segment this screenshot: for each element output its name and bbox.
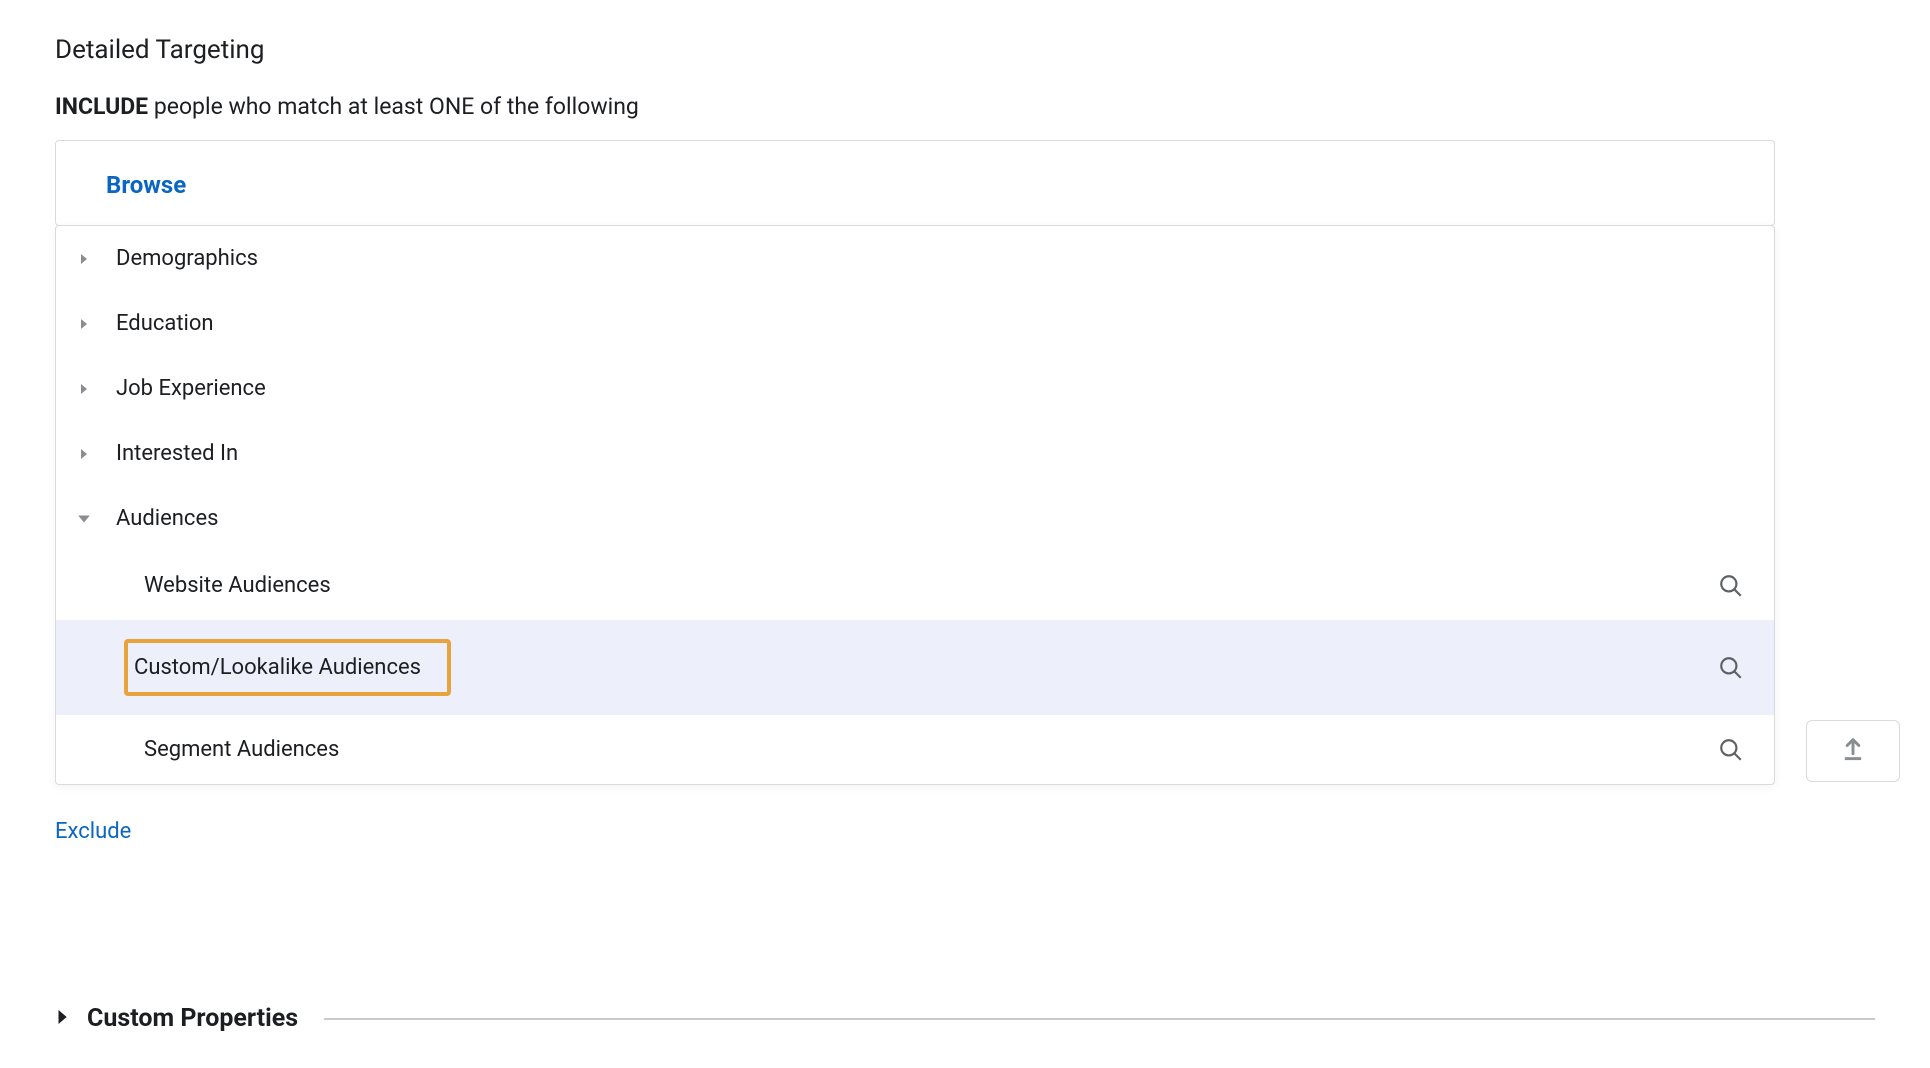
category-demographics[interactable]: Demographics <box>56 226 1774 291</box>
include-rest: people who match at least ONE of the fol… <box>148 93 639 120</box>
chevron-right-icon <box>74 314 94 334</box>
custom-properties-label: Custom Properties <box>87 1004 298 1033</box>
browse-header: Browse <box>56 141 1774 225</box>
category-interested-in[interactable]: Interested In <box>56 421 1774 486</box>
category-job-experience[interactable]: Job Experience <box>56 356 1774 421</box>
audience-website[interactable]: Website Audiences <box>56 551 1774 620</box>
targeting-box: Browse <box>55 140 1775 226</box>
category-audiences[interactable]: Audiences <box>56 486 1774 551</box>
chevron-right-icon <box>74 379 94 399</box>
sub-label: Custom/Lookalike Audiences <box>124 639 451 696</box>
chevron-down-icon <box>74 509 94 529</box>
audience-segment[interactable]: Segment Audiences <box>56 715 1774 784</box>
chevron-right-icon <box>55 1010 73 1028</box>
detailed-targeting-section: Detailed Targeting INCLUDE people who ma… <box>55 35 1875 844</box>
category-dropdown: Demographics Education Job Experience In… <box>55 225 1775 785</box>
include-bold: INCLUDE <box>55 93 148 120</box>
search-icon <box>1718 737 1744 763</box>
category-education[interactable]: Education <box>56 291 1774 356</box>
divider-line <box>324 1018 1875 1020</box>
section-title: Detailed Targeting <box>55 35 1875 65</box>
category-label: Interested In <box>116 441 238 466</box>
chevron-right-icon <box>74 249 94 269</box>
audience-custom-lookalike[interactable]: Custom/Lookalike Audiences <box>56 620 1774 715</box>
upload-icon <box>1839 735 1867 768</box>
include-description: INCLUDE people who match at least ONE of… <box>55 93 1875 120</box>
upload-button[interactable] <box>1806 720 1900 782</box>
category-label: Job Experience <box>116 376 266 401</box>
category-label: Demographics <box>116 246 258 271</box>
search-icon <box>1718 573 1744 599</box>
sub-label: Segment Audiences <box>134 734 349 765</box>
custom-properties-section[interactable]: Custom Properties <box>55 1004 1875 1033</box>
category-label: Education <box>116 311 214 336</box>
search-icon <box>1718 655 1744 681</box>
chevron-right-icon <box>74 444 94 464</box>
browse-link[interactable]: Browse <box>106 171 186 199</box>
category-label: Audiences <box>116 506 218 531</box>
sub-label: Website Audiences <box>134 570 341 601</box>
exclude-link[interactable]: Exclude <box>55 819 131 844</box>
